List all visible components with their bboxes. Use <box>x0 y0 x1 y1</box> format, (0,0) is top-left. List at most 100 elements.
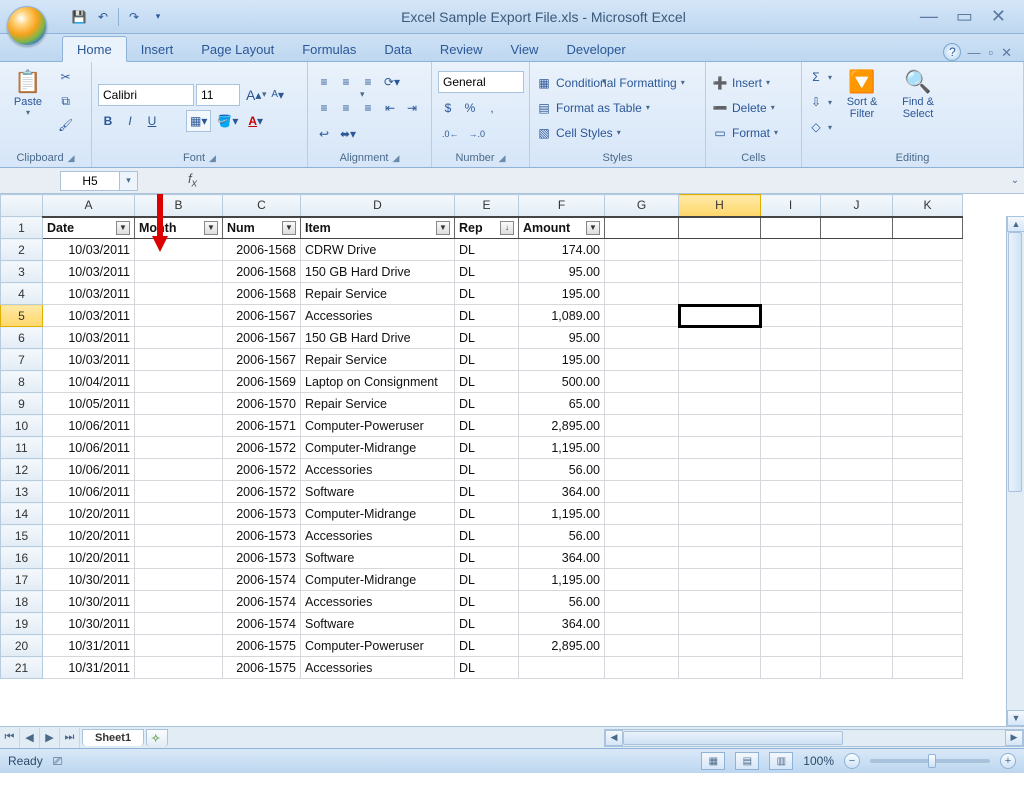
row-header-2[interactable]: 2 <box>1 239 43 261</box>
cell-J1[interactable] <box>821 217 893 239</box>
cell-A9[interactable]: 10/05/2011 <box>43 393 135 415</box>
minimize-button[interactable]: — <box>920 6 938 27</box>
col-header-D[interactable]: D <box>301 195 455 217</box>
col-header-H[interactable]: H <box>679 195 761 217</box>
tab-formulas[interactable]: Formulas <box>288 37 370 61</box>
cell-E16[interactable]: DL <box>455 547 519 569</box>
cell-D19[interactable]: Software <box>301 613 455 635</box>
cell-F3[interactable]: 95.00 <box>519 261 605 283</box>
cell-J2[interactable] <box>821 239 893 261</box>
cell-C9[interactable]: 2006-1570 <box>223 393 301 415</box>
cell-C15[interactable]: 2006-1573 <box>223 525 301 547</box>
col-header-I[interactable]: I <box>761 195 821 217</box>
cell-E13[interactable]: DL <box>455 481 519 503</box>
cell-B20[interactable] <box>135 635 223 657</box>
cell-D13[interactable]: Software <box>301 481 455 503</box>
cell-K7[interactable] <box>893 349 963 371</box>
sort-filter-button[interactable]: 🔽 Sort & Filter <box>836 66 888 122</box>
cell-I6[interactable] <box>761 327 821 349</box>
cell-D12[interactable]: Accessories <box>301 459 455 481</box>
cell-K16[interactable] <box>893 547 963 569</box>
tab-review[interactable]: Review <box>426 37 497 61</box>
cell-I9[interactable] <box>761 393 821 415</box>
cell-H3[interactable] <box>679 261 761 283</box>
cell-B18[interactable] <box>135 591 223 613</box>
col-header-G[interactable]: G <box>605 195 679 217</box>
cell-J11[interactable] <box>821 437 893 459</box>
cell-J7[interactable] <box>821 349 893 371</box>
cell-F16[interactable]: 364.00 <box>519 547 605 569</box>
cell-C21[interactable]: 2006-1575 <box>223 657 301 679</box>
cell-C8[interactable]: 2006-1569 <box>223 371 301 393</box>
filter-button-A[interactable]: ▼ <box>116 221 130 235</box>
cell-A20[interactable]: 10/31/2011 <box>43 635 135 657</box>
cell-E18[interactable]: DL <box>455 591 519 613</box>
cell-G11[interactable] <box>605 437 679 459</box>
cell-I19[interactable] <box>761 613 821 635</box>
cell-H10[interactable] <box>679 415 761 437</box>
orientation-button[interactable]: ⟳▾ <box>380 71 404 93</box>
cell-H11[interactable] <box>679 437 761 459</box>
cell-I13[interactable] <box>761 481 821 503</box>
cell-D8[interactable]: Laptop on Consignment <box>301 371 455 393</box>
cell-G14[interactable] <box>605 503 679 525</box>
cell-D17[interactable]: Computer-Midrange <box>301 569 455 591</box>
close-button[interactable]: ✕ <box>991 6 1006 27</box>
cell-A5[interactable]: 10/03/2011 <box>43 305 135 327</box>
cell-F12[interactable]: 56.00 <box>519 459 605 481</box>
align-bottom-button[interactable]: ≡ <box>358 71 378 93</box>
page-layout-view-button[interactable]: ▤ <box>735 752 759 770</box>
cell-K1[interactable] <box>893 217 963 239</box>
header-cell-F[interactable]: Amount▼ <box>519 217 605 239</box>
clear-button[interactable]: ◇▾ <box>808 116 832 138</box>
row-header-12[interactable]: 12 <box>1 459 43 481</box>
maximize-button[interactable]: ▭ <box>956 6 973 27</box>
cell-G12[interactable] <box>605 459 679 481</box>
cell-D7[interactable]: Repair Service <box>301 349 455 371</box>
cell-B7[interactable] <box>135 349 223 371</box>
align-left-button[interactable]: ≡ <box>314 97 334 119</box>
cell-J10[interactable] <box>821 415 893 437</box>
cell-G2[interactable] <box>605 239 679 261</box>
row-header-19[interactable]: 19 <box>1 613 43 635</box>
cell-E19[interactable]: DL <box>455 613 519 635</box>
cell-G16[interactable] <box>605 547 679 569</box>
row-header-8[interactable]: 8 <box>1 371 43 393</box>
font-dialog-launcher[interactable]: ◢ <box>209 153 216 164</box>
number-dialog-launcher[interactable]: ◢ <box>499 153 506 164</box>
cell-F21[interactable] <box>519 657 605 679</box>
cell-K21[interactable] <box>893 657 963 679</box>
row-header-4[interactable]: 4 <box>1 283 43 305</box>
cell-C13[interactable]: 2006-1572 <box>223 481 301 503</box>
header-cell-D[interactable]: Item▼ <box>301 217 455 239</box>
new-sheet-button[interactable]: ✧ <box>146 729 168 747</box>
filter-button-F[interactable]: ▼ <box>586 221 600 235</box>
scroll-left-button[interactable]: ◀ <box>605 730 623 746</box>
cell-C2[interactable]: 2006-1568 <box>223 239 301 261</box>
cell-D2[interactable]: CDRW Drive <box>301 239 455 261</box>
header-cell-E[interactable]: Rep↓ <box>455 217 519 239</box>
cell-K6[interactable] <box>893 327 963 349</box>
col-header-E[interactable]: E <box>455 195 519 217</box>
cell-H5[interactable] <box>679 305 761 327</box>
cell-D15[interactable]: Accessories <box>301 525 455 547</box>
shrink-font-button[interactable]: A▾ <box>267 84 288 106</box>
hscroll-thumb[interactable] <box>623 731 843 745</box>
cell-G9[interactable] <box>605 393 679 415</box>
cell-F4[interactable]: 195.00 <box>519 283 605 305</box>
cell-D20[interactable]: Computer-Poweruser <box>301 635 455 657</box>
cell-C7[interactable]: 2006-1567 <box>223 349 301 371</box>
cell-E11[interactable]: DL <box>455 437 519 459</box>
cell-D5[interactable]: Accessories <box>301 305 455 327</box>
row-header-14[interactable]: 14 <box>1 503 43 525</box>
autosum-button[interactable]: Σ▾ <box>808 66 832 88</box>
cell-K11[interactable] <box>893 437 963 459</box>
cell-J5[interactable] <box>821 305 893 327</box>
cell-I17[interactable] <box>761 569 821 591</box>
percent-button[interactable]: % <box>460 97 480 119</box>
horizontal-scrollbar[interactable]: ◀ ▶ <box>604 729 1024 747</box>
cell-A14[interactable]: 10/20/2011 <box>43 503 135 525</box>
cell-K10[interactable] <box>893 415 963 437</box>
increase-decimal-button[interactable]: .0← <box>438 123 463 145</box>
merge-center-button[interactable]: ⬌▾ <box>336 123 360 145</box>
